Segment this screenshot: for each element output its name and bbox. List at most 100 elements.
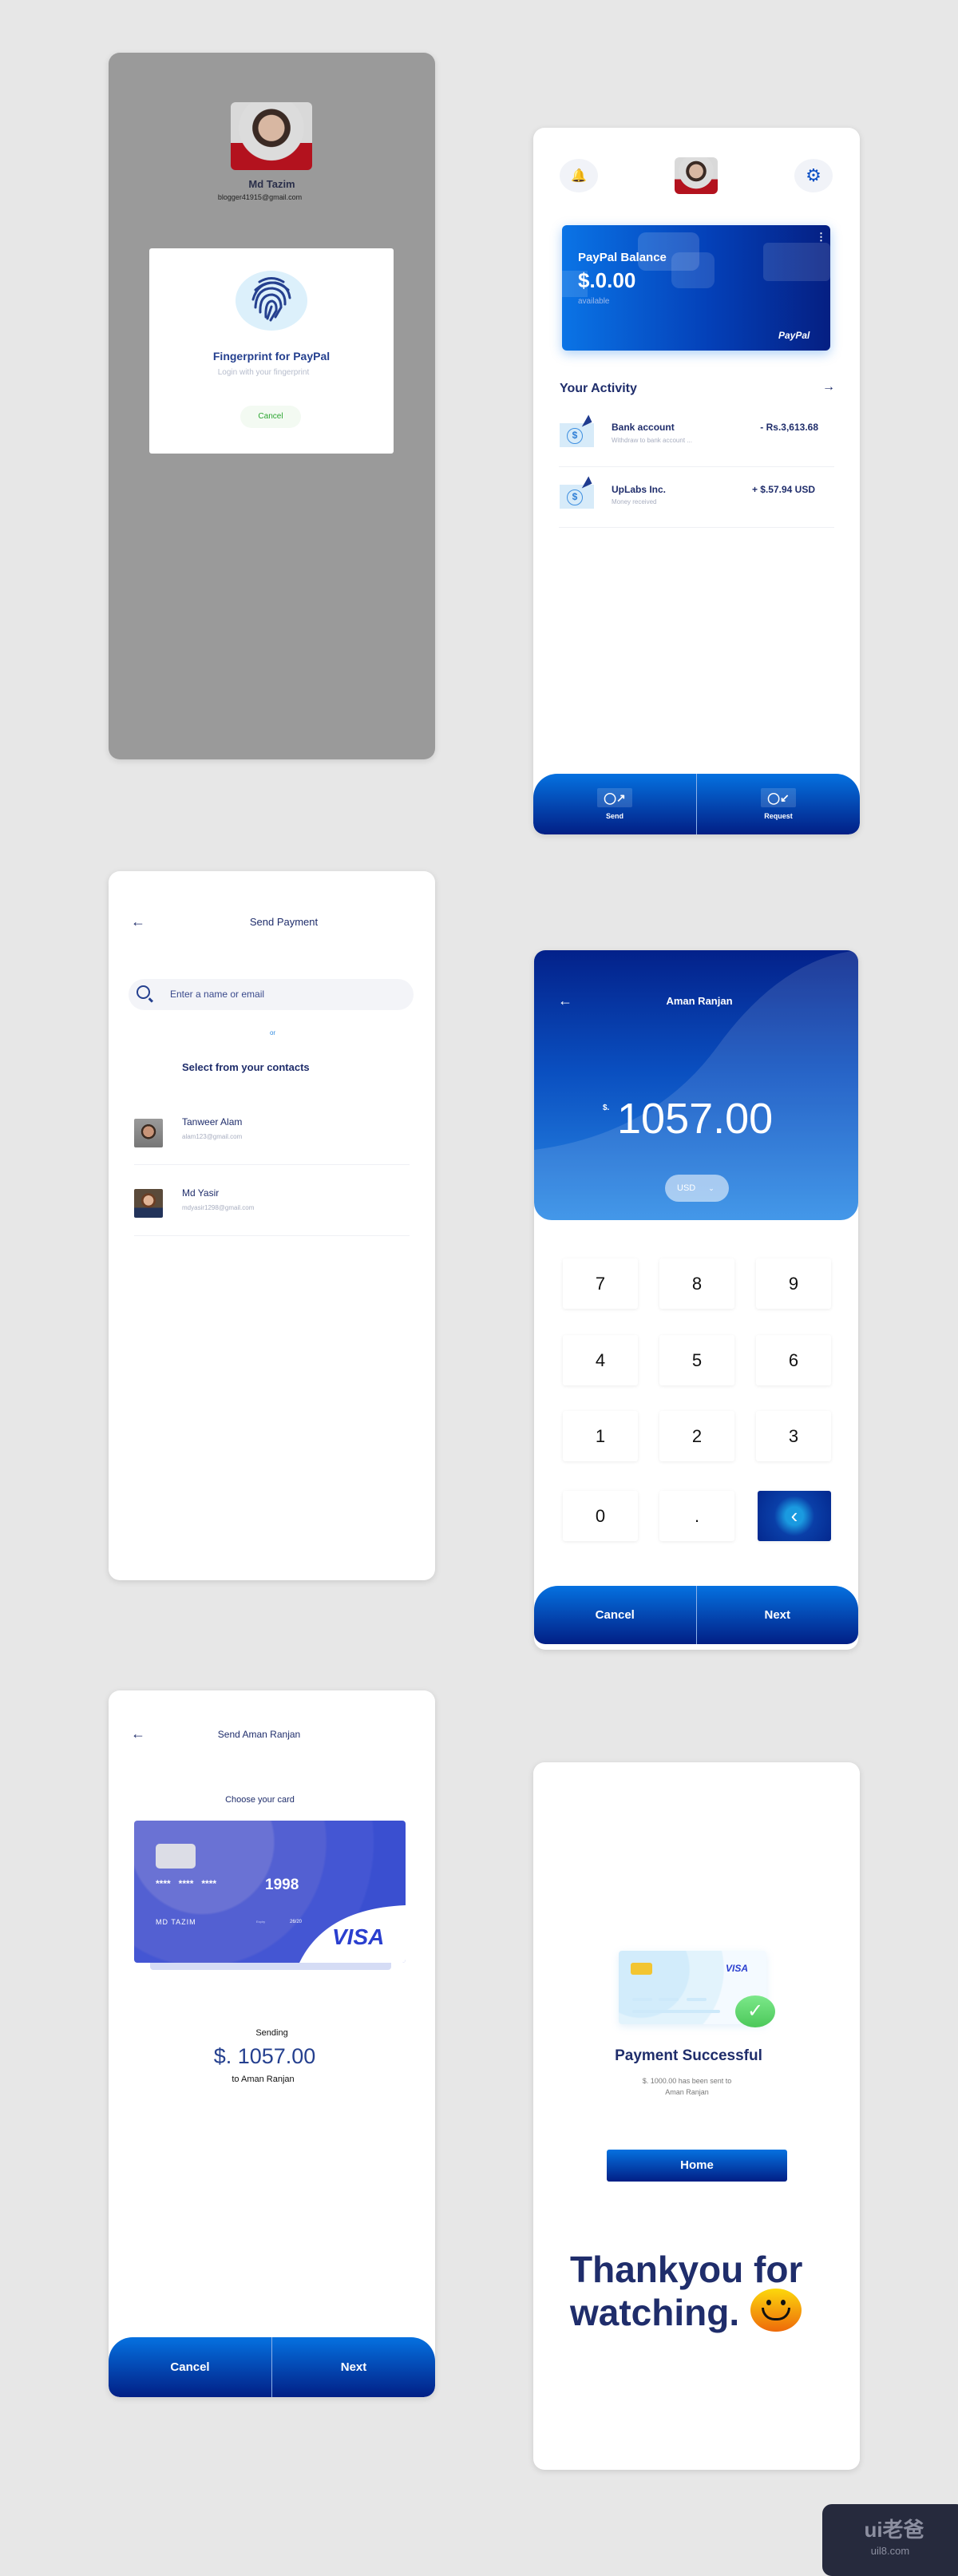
balance-title: PayPal Balance bbox=[578, 251, 667, 264]
send-button[interactable]: ◯↗ Send bbox=[533, 774, 696, 834]
home-screen: 🔔 ⚙ ⋮ PayPal Balance $.0.00 available Pa… bbox=[533, 128, 860, 834]
currency-value: USD bbox=[677, 1183, 696, 1193]
check-icon: ✓ bbox=[735, 1995, 775, 2027]
smiley-icon bbox=[750, 2289, 802, 2332]
activity-amount: + $.57.94 USD bbox=[751, 484, 815, 495]
home-button[interactable]: Home bbox=[607, 2150, 787, 2182]
amount-value: 1057.00 bbox=[617, 1095, 774, 1143]
or-label: or bbox=[269, 1029, 276, 1036]
currency-symbol: $. bbox=[603, 1104, 610, 1112]
amount-screen: ← Aman Ranjan $. 1057.00 USD ⌄ 7 8 9 4 5 … bbox=[534, 950, 858, 1650]
sending-recipient: to Aman Ranjan bbox=[232, 2075, 295, 2084]
activity-arrow-icon[interactable]: → bbox=[822, 380, 835, 394]
success-title: Payment Successful bbox=[615, 2047, 762, 2064]
balance-available: available bbox=[578, 297, 610, 306]
recipient-name: Aman Ranjan bbox=[666, 995, 733, 1007]
fingerprint-icon[interactable] bbox=[236, 271, 307, 331]
divider bbox=[134, 1164, 410, 1165]
page-title: Send Aman Ranjan bbox=[217, 1729, 301, 1740]
send-payment-screen: ← Send Payment Enter a name or email or … bbox=[109, 871, 435, 1580]
action-bar: Cancel Next bbox=[534, 1586, 858, 1644]
key-8[interactable]: 8 bbox=[659, 1258, 734, 1309]
request-button[interactable]: ◯↙ Request bbox=[696, 774, 860, 834]
watermark-brand: ui老爸 bbox=[864, 2518, 924, 2542]
search-placeholder: Enter a name or email bbox=[170, 989, 265, 1000]
action-bar: ◯↗ Send ◯↙ Request bbox=[533, 774, 860, 834]
sending-amount: $. 1057.00 bbox=[213, 2044, 316, 2068]
currency-select[interactable]: USD ⌄ bbox=[665, 1175, 729, 1202]
next-button[interactable]: Next bbox=[695, 1586, 859, 1644]
cancel-button[interactable]: Cancel bbox=[534, 1586, 696, 1644]
settings-button[interactable]: ⚙ bbox=[794, 159, 833, 192]
contact-email: alam123@gmail.com bbox=[182, 1133, 243, 1140]
activity-subtitle: Money received bbox=[612, 498, 657, 505]
send-money-icon: ◯↗ bbox=[597, 788, 632, 807]
money-received-icon bbox=[560, 485, 594, 509]
gear-icon: ⚙ bbox=[806, 165, 821, 185]
key-4[interactable]: 4 bbox=[563, 1335, 638, 1385]
balance-amount: $.0.00 bbox=[578, 268, 636, 292]
user-name: Md Tazim bbox=[248, 178, 295, 190]
cancel-button[interactable]: Cancel bbox=[240, 406, 301, 428]
visa-logo: VISA bbox=[332, 1924, 385, 1949]
next-button[interactable]: Next bbox=[271, 2337, 435, 2397]
visa-logo: VISA bbox=[726, 1963, 749, 1974]
key-3[interactable]: 3 bbox=[756, 1411, 831, 1461]
contact-name: Md Yasir bbox=[182, 1187, 220, 1199]
contacts-title: Select from your contacts bbox=[182, 1061, 310, 1073]
modal-subtitle: Login with your fingerprint bbox=[217, 368, 310, 377]
bell-icon: 🔔 bbox=[571, 169, 587, 183]
sending-label: Sending bbox=[255, 2028, 288, 2038]
key-5[interactable]: 5 bbox=[659, 1335, 734, 1385]
more-icon[interactable]: ⋮ bbox=[816, 232, 826, 242]
avatar[interactable] bbox=[675, 157, 718, 194]
modal-title: Fingerprint for PayPal bbox=[212, 350, 331, 363]
request-money-icon: ◯↙ bbox=[761, 788, 796, 807]
activity-amount: - Rs.3,613.68 bbox=[760, 422, 818, 433]
fingerprint-modal: Fingerprint for PayPal Login with your f… bbox=[149, 248, 394, 454]
key-2[interactable]: 2 bbox=[659, 1411, 734, 1461]
watermark-logo: ui老爸 uil8.com bbox=[822, 2504, 958, 2576]
success-screen: VISA ✓ Payment Successful $. 1000.00 has… bbox=[533, 1762, 860, 2470]
key-1[interactable]: 1 bbox=[563, 1411, 638, 1461]
action-bar: Cancel Next bbox=[109, 2337, 435, 2397]
search-input[interactable]: Enter a name or email bbox=[129, 979, 414, 1010]
key-0[interactable]: 0 bbox=[563, 1491, 638, 1541]
balance-card[interactable]: ⋮ PayPal Balance $.0.00 available PayPal bbox=[562, 225, 830, 351]
chevron-left-icon: ‹ bbox=[790, 1504, 798, 1528]
contact-email: mdyasir1298@gmail.com bbox=[182, 1204, 255, 1211]
paypal-logo: PayPal bbox=[778, 330, 810, 341]
activity-title-text: Bank account bbox=[612, 422, 675, 433]
activity-title: Your Activity bbox=[560, 382, 637, 395]
cancel-button[interactable]: Cancel bbox=[109, 2337, 271, 2397]
contact-name: Tanweer Alam bbox=[182, 1116, 243, 1127]
success-line2: Aman Ranjan bbox=[665, 2088, 709, 2096]
contact-avatar bbox=[134, 1119, 163, 1147]
login-screen: Md Tazim blogger41915@gmail.com Fingerpr… bbox=[109, 53, 435, 759]
contact-avatar bbox=[134, 1189, 163, 1218]
visa-card[interactable]: **** **** **** 1998 MD TAZIM Expiry 26/2… bbox=[134, 1821, 406, 1963]
page-title: Send Payment bbox=[249, 916, 319, 928]
divider bbox=[559, 527, 834, 528]
divider bbox=[134, 1235, 410, 1236]
success-line1: $. 1000.00 has been sent to bbox=[642, 2077, 732, 2085]
divider bbox=[559, 466, 834, 467]
activity-title-text: UpLabs Inc. bbox=[612, 484, 667, 495]
chevron-down-icon: ⌄ bbox=[708, 1184, 715, 1192]
key-7[interactable]: 7 bbox=[563, 1258, 638, 1309]
search-icon bbox=[137, 985, 150, 999]
activity-subtitle: Withdraw to bank account ... bbox=[612, 437, 692, 444]
user-email: blogger41915@gmail.com bbox=[217, 193, 303, 201]
money-send-icon bbox=[560, 423, 594, 447]
thanks-line2: watching. bbox=[570, 2292, 740, 2333]
key-decimal[interactable]: . bbox=[659, 1491, 734, 1541]
avatar bbox=[231, 102, 312, 170]
backspace-key[interactable]: ‹ bbox=[758, 1491, 831, 1541]
watermark-site: uil8.com bbox=[870, 2545, 910, 2557]
key-9[interactable]: 9 bbox=[756, 1258, 831, 1309]
key-6[interactable]: 6 bbox=[756, 1335, 831, 1385]
thanks-line1: Thankyou for bbox=[570, 2249, 803, 2290]
chip-icon bbox=[631, 1963, 652, 1975]
notifications-button[interactable]: 🔔 bbox=[560, 159, 598, 192]
choose-card-screen: ← Send Aman Ranjan Choose your card ****… bbox=[109, 1690, 435, 2397]
